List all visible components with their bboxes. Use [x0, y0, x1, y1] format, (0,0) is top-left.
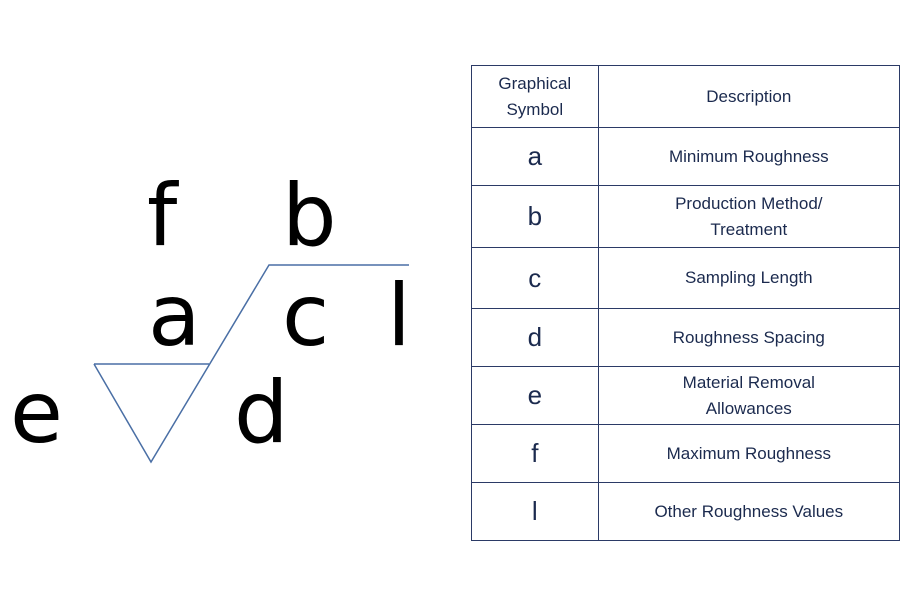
symbol-description-table: Graphical Symbol Description a Minimum R…: [471, 65, 900, 541]
description-cell: Material Removal Allowances: [597, 366, 900, 425]
symbol-cell: f: [471, 424, 599, 483]
table-row: b Production Method/ Treatment: [471, 185, 900, 248]
description-cell: Minimum Roughness: [597, 127, 900, 186]
letter-b: b: [282, 166, 337, 266]
letter-c: c: [282, 266, 329, 366]
symbol-cell: d: [471, 308, 599, 367]
symbol-cell: l: [471, 482, 599, 541]
letter-f: f: [147, 166, 179, 266]
table-row: a Minimum Roughness: [471, 127, 900, 186]
letter-d: d: [234, 363, 289, 463]
table-row: l Other Roughness Values: [471, 482, 900, 541]
table-header-row: Graphical Symbol Description: [471, 65, 900, 128]
description-cell: Production Method/ Treatment: [597, 185, 900, 248]
letter-e: e: [10, 363, 63, 463]
letter-l: l: [387, 266, 411, 366]
table-row: f Maximum Roughness: [471, 424, 900, 483]
symbol-cell: b: [471, 185, 599, 248]
symbol-cell: a: [471, 127, 599, 186]
letter-a: a: [148, 266, 201, 366]
symbol-cell: e: [471, 366, 599, 425]
table-row: c Sampling Length: [471, 247, 900, 309]
description-cell: Roughness Spacing: [597, 308, 900, 367]
description-cell: Other Roughness Values: [597, 482, 900, 541]
symbol-cell: c: [471, 247, 599, 309]
table-row: e Material Removal Allowances: [471, 366, 900, 425]
surface-roughness-symbol: f b a c l e d: [10, 166, 411, 464]
header-description: Description: [597, 65, 900, 128]
header-graphical-symbol: Graphical Symbol: [471, 65, 599, 128]
table-row: d Roughness Spacing: [471, 308, 900, 367]
description-cell: Sampling Length: [597, 247, 900, 309]
description-cell: Maximum Roughness: [597, 424, 900, 483]
